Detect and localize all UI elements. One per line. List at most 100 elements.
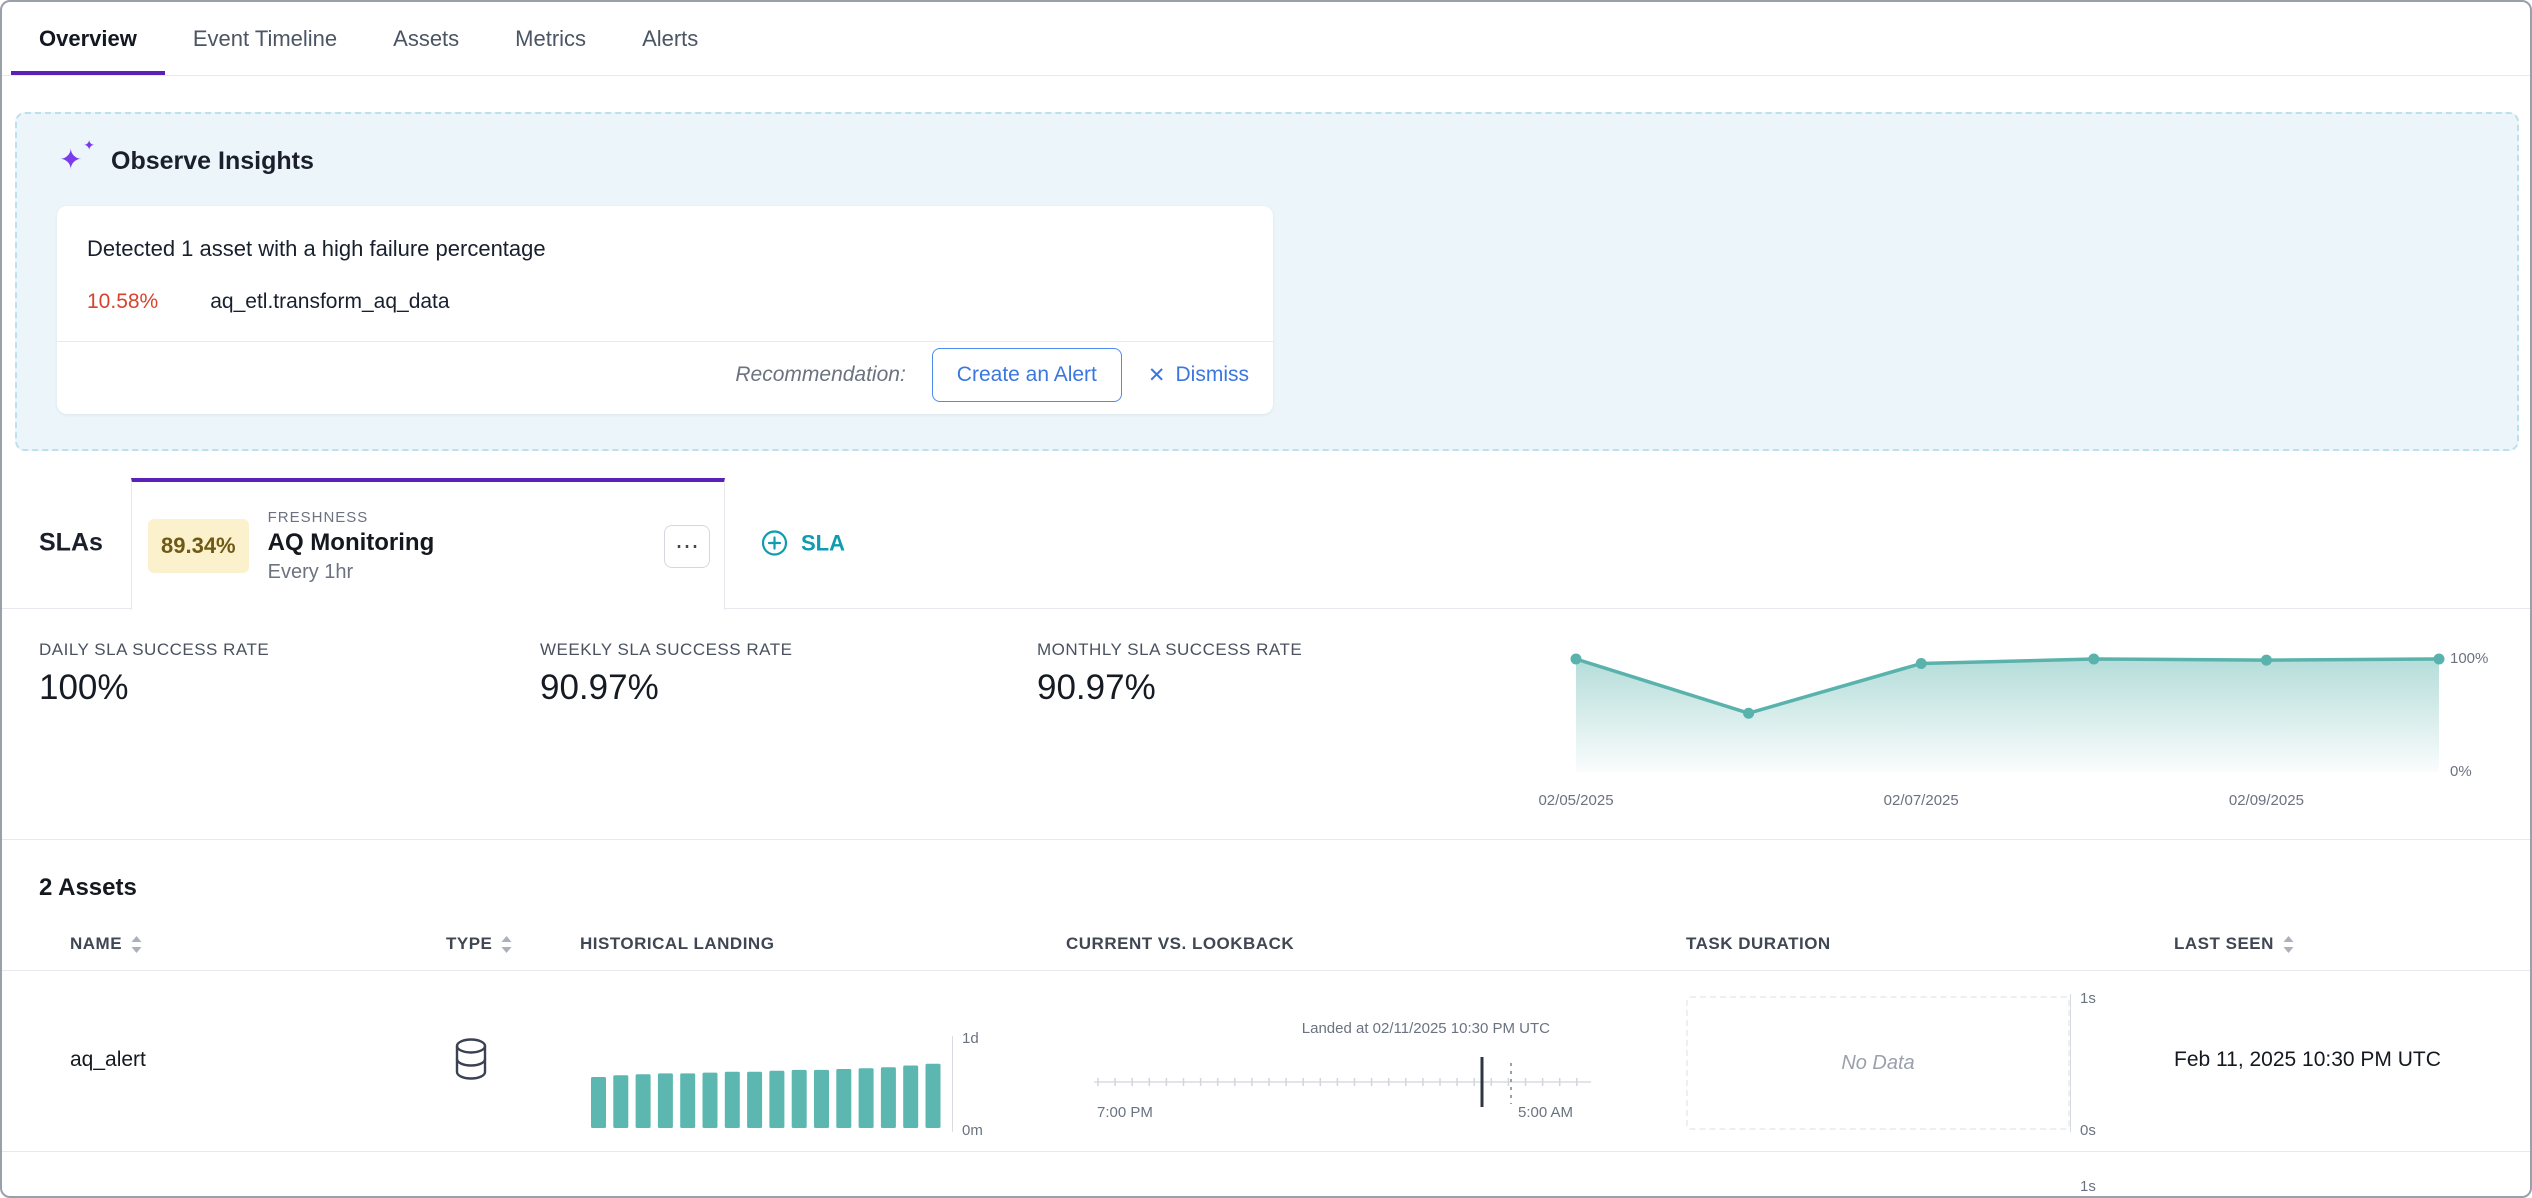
duration-y-min-label: 0s bbox=[2080, 1122, 2096, 1139]
duration-y-max-label: 1s bbox=[2080, 1178, 2096, 1195]
asset-name: aq_etl.transform_aq_data bbox=[210, 290, 449, 314]
historical-landing-chart bbox=[591, 1038, 948, 1130]
column-header-last-seen[interactable]: LAST SEEN bbox=[2174, 934, 2294, 954]
daily-success-rate-stat: DAILY SLA SUCCESS RATE 100% bbox=[39, 640, 269, 708]
tab-event-timeline[interactable]: Event Timeline bbox=[165, 2, 365, 75]
task-duration-axis bbox=[2070, 994, 2071, 1132]
assets-table-header: NAME TYPE HISTORICAL LANDING CURRENT VS.… bbox=[2, 918, 2530, 971]
dismiss-button[interactable]: ✕ Dismiss bbox=[1148, 363, 1249, 388]
close-icon: ✕ bbox=[1148, 363, 1166, 388]
sla-trend-chart: 100% 0% 02/05/202502/07/202502/09/2025 bbox=[1542, 642, 2532, 817]
column-label: LAST SEEN bbox=[2174, 934, 2274, 954]
column-header-task-duration: TASK DURATION bbox=[1686, 934, 1831, 954]
stat-label: MONTHLY SLA SUCCESS RATE bbox=[1037, 640, 1302, 660]
last-seen-cell: Feb 11, 2025 10:30 PM UTC bbox=[2174, 1048, 2441, 1072]
sparkles-icon: ✦ ✦ bbox=[59, 144, 93, 178]
database-icon bbox=[452, 1036, 490, 1084]
sort-icon bbox=[131, 936, 142, 953]
sla-tab-aq-monitoring[interactable]: 89.34% FRESHNESS AQ Monitoring Every 1hr… bbox=[131, 478, 725, 610]
column-label: NAME bbox=[70, 934, 122, 954]
trend-point bbox=[1743, 708, 1754, 719]
add-sla-label: SLA bbox=[801, 530, 845, 556]
landing-bar bbox=[680, 1073, 695, 1128]
window-end-label: 5:00 AM bbox=[1518, 1104, 1573, 1121]
landing-bar bbox=[658, 1073, 673, 1128]
insights-header: ✦ ✦ Observe Insights bbox=[59, 144, 314, 178]
trend-point bbox=[2088, 654, 2099, 665]
column-header-name[interactable]: NAME bbox=[70, 934, 142, 954]
table-row-partial[interactable]: 1s bbox=[2, 1152, 2530, 1198]
plus-circle-icon bbox=[761, 530, 788, 557]
landing-bar bbox=[725, 1072, 740, 1128]
insight-actions: Recommendation: Create an Alert ✕ Dismis… bbox=[57, 342, 1273, 408]
tab-overview[interactable]: Overview bbox=[11, 2, 165, 75]
x-axis-tick-labels: 02/05/202502/07/202502/09/2025 bbox=[1542, 792, 2462, 812]
insight-card: Detected 1 asset with a high failure per… bbox=[57, 206, 1273, 414]
landing-bar bbox=[836, 1069, 851, 1128]
tab-assets[interactable]: Assets bbox=[365, 2, 487, 75]
lookback-timeline-chart bbox=[1094, 1054, 1594, 1110]
sla-stats-section: DAILY SLA SUCCESS RATE 100% WEEKLY SLA S… bbox=[2, 609, 2530, 840]
x-axis-tick-label: 02/07/2025 bbox=[1884, 792, 1959, 809]
x-axis-tick-label: 02/09/2025 bbox=[2229, 792, 2304, 809]
landing-bar bbox=[859, 1068, 874, 1128]
recommendation-label: Recommendation: bbox=[735, 363, 905, 387]
landing-bar bbox=[613, 1075, 628, 1128]
add-sla-button[interactable]: SLA bbox=[761, 530, 845, 557]
trend-point bbox=[2434, 654, 2445, 665]
column-label: TASK DURATION bbox=[1686, 934, 1831, 954]
observe-dashboard: Overview Event Timeline Assets Metrics A… bbox=[0, 0, 2532, 1198]
window-start-label: 7:00 PM bbox=[1097, 1104, 1153, 1121]
landing-bar bbox=[591, 1077, 606, 1128]
column-header-historical-landing: HISTORICAL LANDING bbox=[580, 934, 774, 954]
trend-point bbox=[2261, 655, 2272, 666]
stat-label: DAILY SLA SUCCESS RATE bbox=[39, 640, 269, 660]
weekly-success-rate-stat: WEEKLY SLA SUCCESS RATE 90.97% bbox=[540, 640, 792, 708]
landing-bar bbox=[636, 1074, 651, 1128]
insight-detail-row: 10.58% aq_etl.transform_aq_data bbox=[87, 290, 1243, 314]
slas-section-label: SLAs bbox=[39, 529, 103, 558]
historical-landing-axis bbox=[952, 1036, 953, 1132]
landing-bar bbox=[903, 1066, 918, 1129]
assets-count-heading: 2 Assets bbox=[39, 874, 137, 902]
stat-label: WEEKLY SLA SUCCESS RATE bbox=[540, 640, 792, 660]
y-axis-max-label: 100% bbox=[2450, 650, 2488, 667]
trend-point bbox=[1916, 658, 1927, 669]
column-header-current-vs-lookback: CURRENT VS. LOOKBACK bbox=[1066, 934, 1294, 954]
column-label: HISTORICAL LANDING bbox=[580, 934, 774, 954]
insight-headline: Detected 1 asset with a high failure per… bbox=[87, 236, 1243, 262]
ellipsis-icon: ⋯ bbox=[675, 532, 699, 561]
stat-value: 100% bbox=[39, 668, 269, 708]
column-header-type[interactable]: TYPE bbox=[446, 934, 512, 954]
historical-y-min-label: 0m bbox=[962, 1122, 983, 1139]
observe-insights-panel: ✦ ✦ Observe Insights Detected 1 asset wi… bbox=[15, 112, 2519, 451]
task-duration-nodata-box: No Data bbox=[1686, 996, 2070, 1130]
sla-schedule: Every 1hr bbox=[268, 561, 435, 584]
column-label: CURRENT VS. LOOKBACK bbox=[1066, 934, 1294, 954]
create-alert-button[interactable]: Create an Alert bbox=[932, 348, 1122, 402]
monthly-success-rate-stat: MONTHLY SLA SUCCESS RATE 90.97% bbox=[1037, 640, 1302, 708]
insights-title: Observe Insights bbox=[111, 147, 314, 176]
x-axis-tick-label: 02/05/2025 bbox=[1538, 792, 1613, 809]
landing-bar bbox=[814, 1070, 829, 1128]
slas-section: SLAs 89.34% FRESHNESS AQ Monitoring Ever… bbox=[2, 478, 2530, 609]
table-row-aq-alert[interactable]: aq_alert 1d 0m Landed at 02/11/2025 10:3… bbox=[2, 972, 2530, 1152]
sla-name: AQ Monitoring bbox=[268, 529, 435, 557]
landing-bar bbox=[747, 1072, 762, 1128]
duration-y-max-label: 1s bbox=[2080, 990, 2096, 1007]
trend-point bbox=[1571, 654, 1582, 665]
column-label: TYPE bbox=[446, 934, 492, 954]
tab-metrics[interactable]: Metrics bbox=[487, 2, 614, 75]
y-axis-min-label: 0% bbox=[2450, 763, 2472, 780]
landing-bar bbox=[792, 1070, 807, 1128]
dismiss-label: Dismiss bbox=[1176, 363, 1250, 387]
tab-alerts[interactable]: Alerts bbox=[614, 2, 726, 75]
stat-value: 90.97% bbox=[1037, 668, 1302, 708]
asset-name-cell: aq_alert bbox=[70, 1048, 146, 1072]
sla-menu-button[interactable]: ⋯ bbox=[664, 525, 710, 568]
sort-icon bbox=[501, 936, 512, 953]
stat-value: 90.97% bbox=[540, 668, 792, 708]
landing-bar bbox=[769, 1071, 784, 1128]
sort-icon bbox=[2283, 936, 2294, 953]
sla-info: FRESHNESS AQ Monitoring Every 1hr bbox=[268, 509, 435, 584]
